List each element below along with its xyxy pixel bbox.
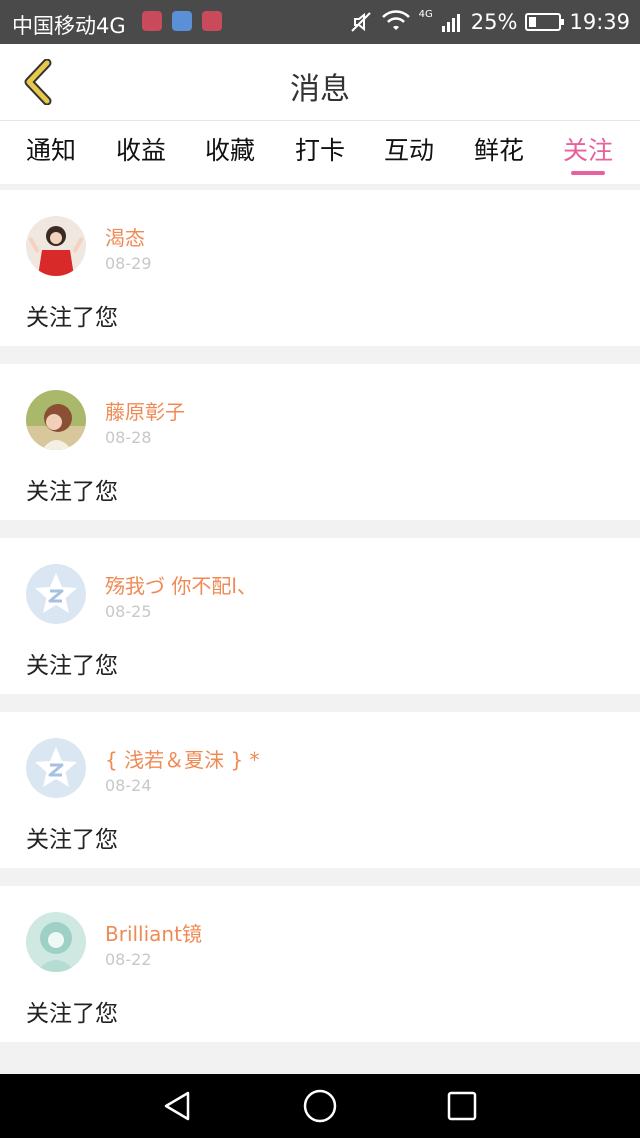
- notification-date: 08-28: [105, 428, 152, 447]
- square-recents-icon: [447, 1091, 477, 1121]
- notification-item[interactable]: 渴态 08-29 关注了您: [0, 190, 640, 346]
- notification-item[interactable]: Brilliant镜 08-22 关注了您: [0, 886, 640, 1042]
- system-nav-bar: [0, 1074, 640, 1138]
- nav-back-button[interactable]: [158, 1088, 198, 1124]
- tab-follows[interactable]: 关注: [543, 131, 633, 167]
- user-photo-avatar-icon: [26, 390, 86, 450]
- battery-percent: 25%: [470, 10, 518, 34]
- nav-home-button[interactable]: [300, 1088, 340, 1124]
- tab-notifications[interactable]: 通知: [6, 131, 96, 167]
- network-type-label: 4G: [418, 8, 433, 20]
- notification-message: 关注了您: [26, 653, 118, 679]
- notification-date: 08-29: [105, 254, 152, 273]
- username[interactable]: { 浅若＆夏沫 } *: [105, 744, 260, 773]
- user-photo-avatar-icon: [26, 216, 86, 276]
- tab-interactions[interactable]: 互动: [364, 131, 454, 167]
- header: 消息: [0, 44, 640, 120]
- avatar[interactable]: [26, 390, 86, 450]
- username[interactable]: 殇我づ 你不配l、: [105, 570, 257, 599]
- tab-flowers[interactable]: 鲜花: [454, 131, 544, 167]
- status-bar: 中国移动4G 4G 25% 19:39: [0, 0, 640, 44]
- mute-icon: [350, 12, 371, 32]
- notification-message: 关注了您: [26, 1001, 118, 1027]
- notification-message: 关注了您: [26, 827, 118, 853]
- tab-checkin[interactable]: 打卡: [275, 131, 365, 167]
- avatar[interactable]: [26, 912, 86, 972]
- page-title: 消息: [290, 72, 350, 107]
- username[interactable]: 渴态: [105, 222, 145, 251]
- notification-message: 关注了您: [26, 305, 118, 331]
- tab-bar: 通知 收益 收藏 打卡 互动 鲜花 关注: [0, 120, 640, 184]
- user-photo-avatar-icon: [26, 912, 86, 972]
- notification-item[interactable]: 藤原彰子 08-28 关注了您: [0, 364, 640, 520]
- avatar[interactable]: [26, 738, 86, 798]
- active-tab-indicator: [571, 171, 605, 175]
- tab-favorites[interactable]: 收藏: [185, 131, 275, 167]
- notification-date: 08-25: [105, 602, 152, 621]
- avatar[interactable]: [26, 216, 86, 276]
- clock: 19:39: [569, 10, 630, 34]
- tab-earnings[interactable]: 收益: [96, 131, 186, 167]
- notification-icons: [142, 11, 222, 31]
- carrier-label: 中国移动4G: [12, 14, 126, 38]
- nav-recents-button[interactable]: [442, 1088, 482, 1124]
- circle-home-icon: [303, 1089, 337, 1123]
- cloud-notification-icon: [172, 11, 192, 31]
- notification-date: 08-24: [105, 776, 152, 795]
- app-notification-icon: [142, 11, 162, 31]
- username[interactable]: Brilliant镜: [105, 918, 202, 947]
- notification-item[interactable]: 殇我づ 你不配l、 08-25 关注了您: [0, 538, 640, 694]
- username[interactable]: 藤原彰子: [105, 396, 185, 425]
- triangle-back-icon: [164, 1091, 190, 1121]
- battery-icon: [525, 13, 565, 31]
- signal-icon: [441, 14, 460, 32]
- status-icons: 4G 25% 19:39: [349, 8, 630, 34]
- default-star-avatar-icon: [26, 564, 86, 624]
- wifi-icon: [381, 10, 410, 30]
- notification-message: 关注了您: [26, 479, 118, 505]
- notification-item[interactable]: { 浅若＆夏沫 } * 08-24 关注了您: [0, 712, 640, 868]
- app-notification-icon: [202, 11, 222, 31]
- default-star-avatar-icon: [26, 738, 86, 798]
- notification-list: 渴态 08-29 关注了您 藤原彰子 08-28 关注了您 殇我づ 你不配l、: [0, 190, 640, 1060]
- avatar[interactable]: [26, 564, 86, 624]
- notification-date: 08-22: [105, 950, 152, 969]
